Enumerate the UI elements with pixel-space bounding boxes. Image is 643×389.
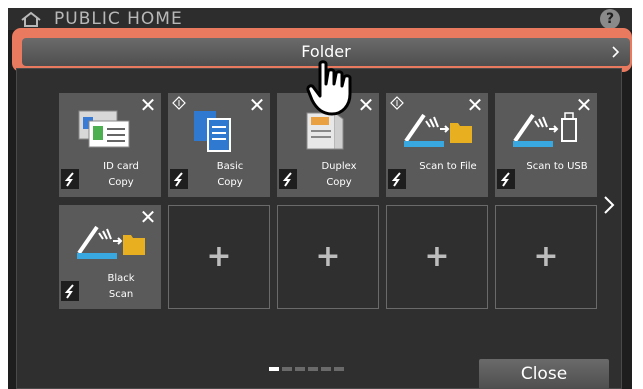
tile-label-line1: Scan to USB: [526, 161, 588, 172]
tile-label-line1: ID card: [103, 161, 139, 172]
screen: PUBLIC HOME ? Folder ✕ ID card Copy ✕ Ba…: [8, 8, 632, 389]
tile-label-line1: Basic: [216, 161, 244, 172]
hold-indicator: [61, 169, 79, 189]
page-indicator: [269, 356, 347, 375]
tile-label-line2: Scan: [108, 289, 134, 300]
arrow-icon: [500, 172, 510, 187]
empty-slot[interactable]: +: [277, 205, 379, 309]
arrow-icon: [391, 172, 401, 187]
arrow-icon: [64, 284, 74, 299]
hold-indicator: [497, 169, 515, 189]
app-panel: ✕ ID card Copy ✕ Basic Copy ✕ Duplex Cop…: [16, 68, 622, 389]
close-button[interactable]: Close: [479, 359, 609, 389]
tile-label-line2: Copy: [217, 177, 243, 188]
id-card-copy-icon: [78, 110, 130, 148]
arrow-icon: [282, 172, 292, 187]
empty-slot[interactable]: +: [386, 205, 488, 309]
page-dot: [282, 367, 292, 371]
plus-icon: +: [424, 239, 450, 274]
diamond-icon: [390, 96, 404, 110]
tile-label-line1: Scan to File: [419, 161, 477, 172]
hand-pointer-icon: [306, 60, 352, 116]
arrow-icon: [64, 172, 74, 187]
folder-label: Folder: [301, 42, 351, 61]
tile-label-line1: Duplex: [321, 161, 357, 172]
tile-label-line2: Copy: [108, 177, 134, 188]
hold-indicator: [61, 281, 79, 301]
tile-scan-to-file[interactable]: ✕ Scan to File: [386, 93, 488, 197]
tile-scan-to-usb[interactable]: ✕ Scan to USB: [495, 93, 597, 197]
empty-slot[interactable]: +: [495, 205, 597, 309]
page-dot: [321, 367, 331, 371]
tile-label-line1: Black: [107, 273, 135, 284]
page-dot: [308, 367, 318, 371]
remove-tile-button[interactable]: ✕: [571, 93, 597, 117]
next-page-icon[interactable]: [603, 195, 615, 215]
empty-slot[interactable]: +: [168, 205, 270, 309]
remove-tile-button[interactable]: ✕: [135, 93, 161, 117]
help-icon[interactable]: ?: [600, 9, 620, 29]
page-dot: [334, 367, 344, 371]
page-dot: [295, 367, 305, 371]
diamond-icon: [172, 96, 186, 110]
chevron-right-icon: [612, 46, 620, 58]
arrow-icon: [173, 172, 183, 187]
top-bar: PUBLIC HOME ?: [8, 8, 632, 30]
plus-icon: +: [315, 239, 341, 274]
hold-indicator: [388, 169, 406, 189]
tile-basic-copy[interactable]: ✕ Basic Copy: [168, 93, 270, 197]
remove-tile-button[interactable]: ✕: [244, 93, 270, 117]
hold-indicator: [279, 169, 297, 189]
topbar-title: PUBLIC HOME: [54, 9, 183, 29]
tile-black-scan[interactable]: ✕ Black Scan: [59, 205, 161, 309]
remove-tile-button[interactable]: ✕: [135, 205, 161, 229]
basic-copy-icon: [194, 111, 231, 152]
plus-icon: +: [533, 239, 559, 274]
page-dot: [269, 367, 279, 371]
remove-tile-button[interactable]: ✕: [462, 93, 488, 117]
tile-label-line2: Copy: [326, 177, 352, 188]
plus-icon: +: [206, 239, 232, 274]
home-icon[interactable]: [20, 11, 42, 27]
tile-id-card-copy[interactable]: ✕ ID card Copy: [59, 93, 161, 197]
hold-indicator: [170, 169, 188, 189]
